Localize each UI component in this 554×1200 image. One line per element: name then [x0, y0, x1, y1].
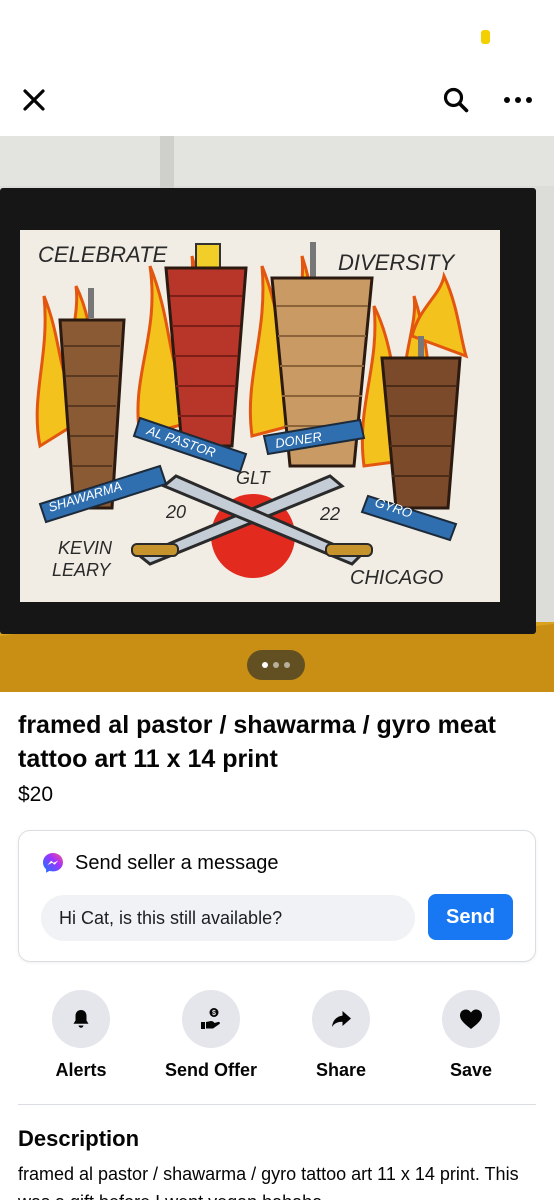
listing-photo[interactable]: SHAWARMA AL PASTOR DONER GYRO CELEBRATE …: [0, 136, 554, 692]
message-card-header: Send seller a message: [41, 851, 278, 875]
more-options-button[interactable]: [494, 72, 542, 128]
page-dot: [273, 662, 279, 668]
share-label: Share: [315, 1060, 367, 1080]
save-label: Save: [449, 1060, 493, 1080]
send-offer-label: Send Offer: [164, 1060, 257, 1080]
description-text: framed al pastor / shawarma / gyro tatto…: [18, 1164, 519, 1200]
print-city-text: CHICAGO: [350, 567, 443, 589]
photo-page-indicator[interactable]: [247, 650, 305, 680]
bell-icon: [73, 1010, 89, 1028]
send-button[interactable]: Send: [428, 894, 513, 940]
print-glt-text: GLT: [236, 468, 272, 488]
listing-title: framed al pastor / shawarma / gyro meat …: [18, 711, 496, 773]
print-celebrate-text: CELEBRATE: [38, 242, 168, 267]
close-icon: [23, 89, 45, 111]
svg-text:$: $: [212, 1010, 216, 1017]
share-icon: [332, 1011, 351, 1027]
print-year-left-text: 20: [165, 502, 186, 522]
send-offer-icon-circle: $: [182, 990, 240, 1048]
messenger-icon: [43, 853, 63, 873]
tattoo-print-image: SHAWARMA AL PASTOR DONER GYRO CELEBRATE …: [0, 136, 554, 692]
heart-icon: [460, 1009, 482, 1029]
print-artist-line2-text: LEARY: [52, 560, 112, 580]
message-card-heading: Send seller a message: [75, 851, 279, 874]
search-icon: [443, 87, 469, 113]
message-input[interactable]: Hi Cat, is this still available?: [41, 895, 415, 941]
print-year-right-text: 22: [319, 504, 340, 524]
print-artist-line1-text: KEVIN: [58, 538, 113, 558]
alerts-icon-circle: [52, 990, 110, 1048]
status-indicator: [481, 30, 490, 44]
close-button[interactable]: [10, 72, 58, 128]
save-button[interactable]: Save: [406, 990, 536, 1081]
share-icon-circle: [312, 990, 370, 1048]
share-button[interactable]: Share: [276, 990, 406, 1081]
send-offer-button[interactable]: $ Send Offer: [146, 990, 276, 1081]
page-dot: [262, 662, 268, 668]
save-icon-circle: [442, 990, 500, 1048]
listing-price: $20: [18, 783, 54, 806]
alerts-button[interactable]: Alerts: [16, 990, 146, 1081]
search-button[interactable]: [432, 72, 480, 128]
section-divider: [18, 1104, 536, 1105]
print-diversity-text: DIVERSITY: [338, 250, 455, 275]
top-bar: [0, 72, 554, 128]
page-dot: [284, 662, 290, 668]
more-horizontal-icon: [504, 97, 532, 103]
offer-icon: $: [201, 1008, 220, 1029]
action-bar: Alerts $ Send Offer Share Save: [0, 990, 554, 1090]
description-heading: Description: [18, 1126, 140, 1151]
alerts-label: Alerts: [55, 1060, 107, 1080]
message-seller-card: Send seller a message Hi Cat, is this st…: [18, 830, 536, 962]
